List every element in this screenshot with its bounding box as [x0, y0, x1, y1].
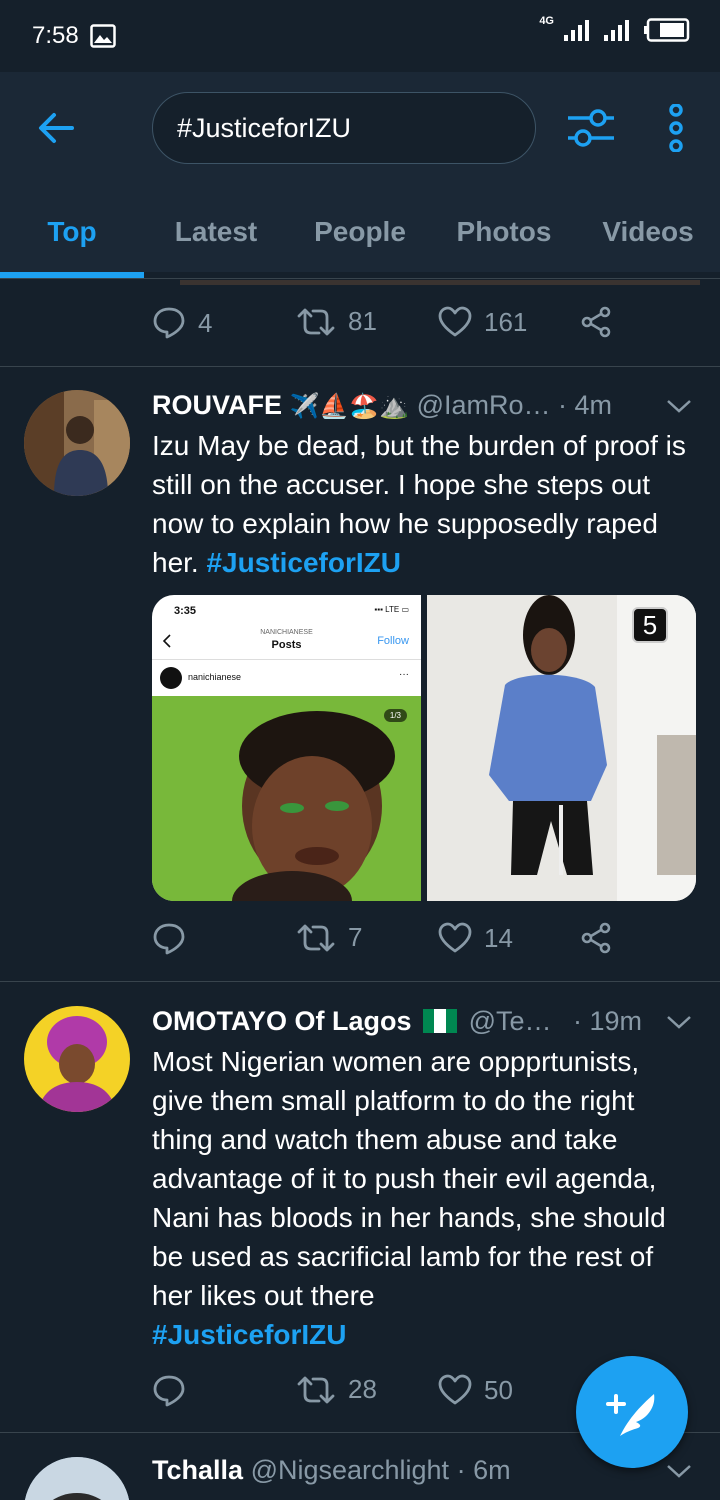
tweet[interactable]: ROUVAFE ✈️⛵🏖️⛰️ @IamRo… · 4m Izu May be … — [0, 366, 720, 981]
screenshot-username: nanichianese — [188, 672, 242, 682]
divider — [0, 278, 720, 279]
reply-count: 4 — [198, 307, 213, 338]
media-image-2[interactable]: 5 — [427, 595, 696, 901]
screenshot-more: ··· — [399, 669, 409, 680]
battery-icon — [644, 18, 690, 42]
network-type-label: 4G — [539, 15, 554, 27]
tweet-text: Most Nigerian women are oppprtunists, gi… — [152, 1042, 697, 1354]
media-image-1[interactable]: 3:35 ▪▪▪ LTE ▭ NANICHIANESE Posts Follow… — [152, 595, 421, 901]
like-button[interactable]: 50 — [438, 1374, 513, 1406]
share-button[interactable] — [580, 306, 612, 338]
share-icon — [581, 306, 611, 338]
search-input[interactable]: #JusticeforIZU — [152, 92, 536, 164]
search-header: #JusticeforIZU Top Latest People Photos … — [0, 72, 720, 272]
search-query: #JusticeforIZU — [177, 113, 352, 143]
chevron-down-icon[interactable] — [666, 398, 692, 414]
retweet-count: 81 — [348, 306, 377, 336]
chevron-down-icon[interactable] — [666, 1014, 692, 1030]
tweet-time: · 6m — [456, 1455, 511, 1485]
avatar-photo — [24, 1006, 130, 1112]
avatar[interactable] — [24, 390, 130, 496]
tweet-text: Izu May be dead, but the burden of proof… — [152, 426, 697, 582]
screenshot-follow: Follow — [377, 635, 409, 647]
screenshot-page-indicator: 1/3 — [383, 709, 407, 722]
status-icons: 4G — [539, 15, 690, 42]
retweet-icon — [297, 308, 335, 335]
screenshot-status-icons: ▪▪▪ LTE ▭ — [374, 605, 409, 614]
signal-icon-2 — [604, 20, 629, 41]
compose-feather-icon — [606, 1394, 655, 1436]
reply-icon — [153, 307, 185, 339]
hashtag-link[interactable]: #JusticeforIZU — [206, 547, 401, 578]
like-count: 50 — [484, 1374, 513, 1405]
author-handle[interactable]: @Te… — [469, 1006, 552, 1036]
share-icon — [581, 922, 611, 954]
heart-icon — [438, 922, 472, 953]
image-notification-icon — [90, 24, 116, 48]
reply-button[interactable]: 4 — [152, 306, 212, 340]
retweet-icon — [297, 1376, 335, 1403]
search-tabs: Top Latest People Photos Videos — [0, 212, 720, 280]
more-options-icon[interactable] — [662, 104, 690, 152]
tweet-time: · 4m — [558, 390, 613, 420]
signal-icon — [564, 20, 589, 41]
tweet-time: · 19m — [573, 1006, 643, 1036]
retweet-icon — [297, 924, 335, 951]
heart-icon — [438, 1374, 472, 1405]
author-name[interactable]: Tchalla — [152, 1455, 243, 1485]
tab-videos[interactable]: Videos — [576, 212, 720, 280]
tab-top[interactable]: Top — [0, 212, 144, 280]
screenshot-time: 3:35 — [174, 605, 197, 617]
screenshot-avatar — [160, 667, 182, 689]
tab-people[interactable]: People — [288, 212, 432, 280]
search-filter-icon[interactable] — [566, 106, 616, 150]
like-button[interactable]: 161 — [438, 306, 527, 338]
status-bar: 7:58 4G — [0, 0, 720, 72]
retweet-count: 28 — [348, 1374, 377, 1404]
like-button[interactable]: 14 — [438, 922, 513, 954]
share-button[interactable] — [580, 922, 612, 954]
avatar-photo — [24, 1457, 130, 1500]
avatar-photo — [24, 390, 130, 496]
like-count: 161 — [484, 306, 528, 337]
avatar[interactable] — [24, 1457, 130, 1500]
avatar[interactable] — [24, 1006, 130, 1112]
reply-icon — [153, 1375, 185, 1407]
tweet-media-grid[interactable]: 3:35 ▪▪▪ LTE ▭ NANICHIANESE Posts Follow… — [152, 595, 696, 901]
compose-tweet-button[interactable] — [576, 1356, 688, 1468]
tweet-header: Tchalla @Nigsearchlight · 6m — [152, 1455, 511, 1486]
previous-tweet-image-edge — [180, 280, 700, 285]
retweet-button[interactable]: 7 — [296, 922, 362, 953]
retweet-count: 7 — [348, 922, 363, 952]
screenshot-photo — [152, 696, 421, 901]
reply-button[interactable] — [152, 922, 198, 956]
media-count-badge: 5 — [632, 607, 668, 643]
hashtag-link[interactable]: #JusticeforIZU — [152, 1319, 347, 1350]
author-handle[interactable]: @Nigsearchlight — [251, 1455, 450, 1485]
retweet-button[interactable]: 81 — [296, 306, 377, 337]
author-handle[interactable]: @IamRo… — [417, 390, 551, 420]
tweet-text-body: Most Nigerian women are oppprtunists, gi… — [152, 1046, 666, 1311]
like-count: 14 — [484, 922, 513, 953]
retweet-button[interactable]: 28 — [296, 1374, 377, 1405]
author-emoji: ✈️⛵🏖️⛰️ — [289, 393, 410, 420]
tweet-header: ROUVAFE ✈️⛵🏖️⛰️ @IamRo… · 4m — [152, 390, 612, 421]
tweet-header: OMOTAYO Of Lagos @Te… · 19m — [152, 1006, 642, 1037]
tab-latest[interactable]: Latest — [144, 212, 288, 280]
back-arrow-icon[interactable] — [36, 108, 76, 148]
tab-photos[interactable]: Photos — [432, 212, 576, 280]
heart-icon — [438, 306, 472, 337]
nigeria-flag-icon — [423, 1009, 458, 1033]
status-time: 7:58 — [32, 22, 79, 49]
author-name[interactable]: ROUVAFE — [152, 390, 282, 420]
reply-button[interactable] — [152, 1374, 198, 1408]
reply-icon — [153, 923, 185, 955]
author-name[interactable]: OMOTAYO Of Lagos — [152, 1006, 412, 1036]
